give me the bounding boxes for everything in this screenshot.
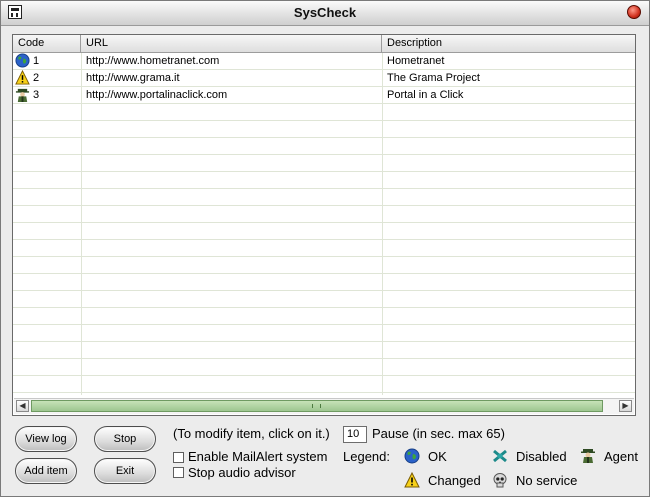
view-log-button[interactable]: View log xyxy=(15,426,77,452)
list-rows: 1 http://www.hometranet.com Hometranet 2… xyxy=(13,53,635,395)
horizontal-scrollbar[interactable]: ◀ ▶ xyxy=(14,398,634,414)
exit-button[interactable]: Exit xyxy=(94,458,156,484)
mailalert-checkbox[interactable] xyxy=(173,452,184,463)
skull-icon xyxy=(493,473,507,488)
table-row[interactable]: 3 http://www.portalinaclick.com Portal i… xyxy=(13,87,635,104)
legend-ok-label: OK xyxy=(428,449,447,464)
row-description: Portal in a Click xyxy=(387,89,464,101)
legend-changed-label: Changed xyxy=(428,473,481,488)
stop-button[interactable]: Stop xyxy=(94,426,156,452)
list-header: Code URL Description xyxy=(13,35,635,53)
scroll-thumb[interactable] xyxy=(31,400,603,412)
audio-advisor-checkbox[interactable] xyxy=(173,467,184,478)
close-button[interactable] xyxy=(627,5,641,19)
row-code: 2 xyxy=(33,72,40,84)
row-code: 1 xyxy=(33,55,40,67)
item-list[interactable]: Code URL Description 1 http://www.hometr… xyxy=(12,34,636,416)
row-url: http://www.portalinaclick.com xyxy=(86,89,228,101)
title-bar[interactable]: SysCheck xyxy=(1,1,649,26)
column-header-code[interactable]: Code xyxy=(13,35,81,52)
disabled-icon xyxy=(493,449,507,463)
scroll-left-icon[interactable]: ◀ xyxy=(16,400,29,412)
column-header-description[interactable]: Description xyxy=(382,35,635,52)
ok-globe-icon xyxy=(15,53,30,68)
ok-globe-icon xyxy=(404,448,420,464)
legend-no-service-label: No service xyxy=(516,473,578,488)
column-header-url[interactable]: URL xyxy=(81,35,382,52)
changed-warning-icon xyxy=(15,70,30,85)
legend-disabled-label: Disabled xyxy=(516,449,567,464)
row-url: http://www.hometranet.com xyxy=(86,55,220,67)
syscheck-window: SysCheck Code URL Description 1 http://w… xyxy=(0,0,650,497)
changed-warning-icon xyxy=(404,472,420,488)
table-row[interactable]: 2 http://www.grama.it The Grama Project xyxy=(13,70,635,87)
row-description: The Grama Project xyxy=(387,72,480,84)
add-item-button[interactable]: Add item xyxy=(15,458,77,484)
modify-hint: (To modify item, click on it.) xyxy=(173,426,330,441)
row-url: http://www.grama.it xyxy=(86,72,180,84)
pause-label: Pause (in sec. max 65) xyxy=(372,426,505,441)
audio-advisor-label[interactable]: Stop audio advisor xyxy=(188,465,296,480)
window-title: SysCheck xyxy=(293,5,357,20)
agent-icon xyxy=(581,449,595,463)
client-area: Code URL Description 1 http://www.hometr… xyxy=(1,26,649,496)
table-row[interactable]: 1 http://www.hometranet.com Hometranet xyxy=(13,53,635,70)
pause-input[interactable]: 10 xyxy=(343,426,367,443)
row-description: Hometranet xyxy=(387,55,445,67)
row-code: 3 xyxy=(33,89,40,101)
scroll-right-icon[interactable]: ▶ xyxy=(619,400,632,412)
agent-icon xyxy=(15,88,30,102)
mailalert-label[interactable]: Enable MailAlert system xyxy=(188,449,327,464)
legend-agent-label: Agent xyxy=(604,449,638,464)
legend-title: Legend: xyxy=(343,449,390,464)
